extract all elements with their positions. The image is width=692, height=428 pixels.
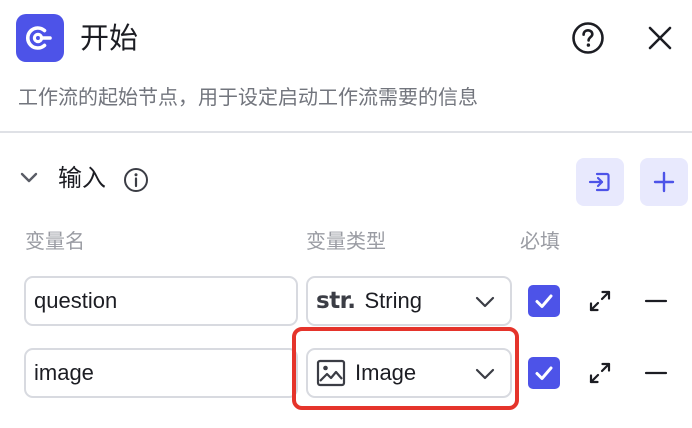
variable-type-select[interactable]: Image [306,348,512,398]
variable-row: str. String [0,276,692,328]
variable-row: Image [0,348,692,400]
node-title: 开始 [80,21,139,55]
add-variable-button[interactable] [640,158,688,206]
expand-icon [589,290,611,312]
column-header-type: 变量类型 [306,229,386,253]
variable-type-label: String [364,288,422,313]
variable-type-select[interactable]: str. String [306,276,512,326]
chevron-down-icon [475,296,495,308]
close-icon [648,26,672,50]
variable-type-label: Image [355,360,417,385]
remove-variable-button[interactable] [642,287,670,315]
node-header: 开始 [0,0,692,78]
divider [0,131,692,133]
import-button[interactable] [576,158,624,206]
question-circle-icon [572,22,604,54]
checkmark-icon [535,366,553,380]
expand-icon [589,362,611,384]
node-description: 工作流的起始节点，用于设定启动工作流需要的信息 [18,85,478,109]
checkmark-icon [535,294,553,308]
plus-icon [653,171,675,193]
string-type-icon: str. [316,288,356,314]
required-checkbox[interactable] [528,285,560,317]
collapse-chevron-icon[interactable] [18,167,40,189]
minus-icon [644,299,668,303]
start-node-icon [16,14,64,62]
required-checkbox[interactable] [528,357,560,389]
input-section-header: 输入 [0,150,692,210]
section-title: 输入 [58,164,106,192]
column-header-name: 变量名 [25,229,85,253]
variable-name-input[interactable] [24,276,298,326]
expand-button[interactable] [586,287,614,315]
info-circle-icon[interactable] [123,167,149,193]
close-button[interactable] [643,21,677,55]
expand-button[interactable] [586,359,614,387]
image-type-icon [316,358,346,388]
chevron-down-icon [475,368,495,380]
minus-icon [644,371,668,375]
column-header-required: 必填 [520,229,560,253]
help-button[interactable] [571,21,605,55]
variable-name-input[interactable] [24,348,298,398]
remove-variable-button[interactable] [642,359,670,387]
import-icon [588,172,610,192]
